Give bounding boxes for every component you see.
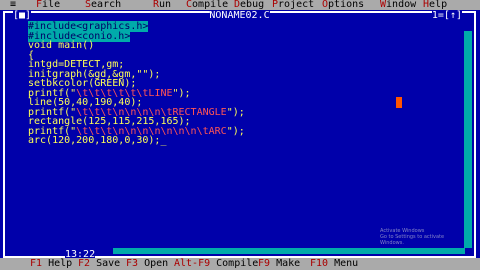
code-line[interactable]: void main(): [28, 41, 458, 51]
code-text: ");: [226, 125, 245, 137]
menu-file[interactable]: File: [36, 0, 60, 10]
close-window-button[interactable]: [■]: [13, 11, 32, 21]
menu-window[interactable]: Window: [380, 0, 416, 10]
vertical-scroll-thumb[interactable]: [464, 23, 472, 31]
hint-f1-help[interactable]: F1 Help: [30, 258, 72, 270]
mouse-cursor-block: [396, 97, 402, 108]
horizontal-scrollbar[interactable]: [105, 248, 465, 254]
code-text: void main(): [28, 40, 95, 51]
code-text: ");: [226, 106, 245, 118]
code-text: ");: [142, 68, 161, 80]
menu-run[interactable]: Run: [153, 0, 171, 10]
text-cursor: _: [160, 135, 167, 146]
hint-f2-save[interactable]: F2 Save: [78, 258, 120, 270]
menu-bar: ≡ File Search Run Compile Debug Project …: [0, 0, 480, 10]
menu-debug[interactable]: Debug: [234, 0, 264, 10]
menu-help[interactable]: Help: [423, 0, 447, 10]
menu-search[interactable]: Search: [85, 0, 121, 10]
activate-windows-watermark: Activate Windows Go to Settings to activ…: [380, 228, 445, 246]
window-number-zoom-control[interactable]: 1=[↑]: [431, 11, 462, 21]
window-title: NONAME02.C: [209, 10, 270, 21]
menu-options[interactable]: Options: [322, 0, 364, 10]
code-text: arc(120,200,180,0,30);: [28, 135, 161, 146]
code-editor-area[interactable]: #include<graphics.h> #include<conio.h> voi…: [28, 21, 458, 146]
code-text: ");: [172, 87, 191, 99]
hint-f3-open[interactable]: F3 Open: [126, 258, 168, 270]
menu-project[interactable]: Project: [272, 0, 314, 10]
vertical-scrollbar[interactable]: [464, 23, 472, 248]
horizontal-scroll-thumb[interactable]: [105, 248, 113, 254]
code-line[interactable]: arc(120,200,180,0,30);_: [28, 136, 458, 146]
system-menu-icon[interactable]: ≡: [10, 0, 16, 10]
status-bar: F1 Help F2 Save F3 Open Alt-F9 Compile F…: [0, 258, 480, 270]
hint-f10-menu[interactable]: F10 Menu: [310, 258, 358, 270]
hint-alt-f9-compile[interactable]: Alt-F9 Compile: [174, 258, 258, 270]
hint-f9-make[interactable]: F9 Make: [258, 258, 300, 270]
menu-compile[interactable]: Compile: [186, 0, 228, 10]
